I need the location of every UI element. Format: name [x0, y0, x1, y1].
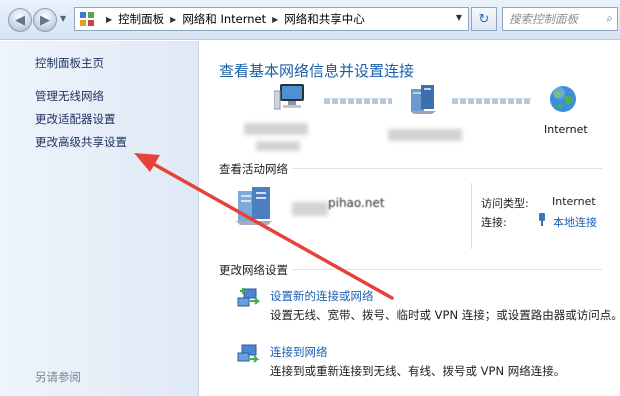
change-settings-heading: 更改网络设置	[219, 263, 288, 277]
blurred-network-name	[388, 129, 462, 141]
connection-line	[324, 98, 392, 104]
search-icon[interactable]: ⌕	[606, 11, 613, 26]
page-title: 查看基本网络信息并设置连接	[219, 62, 415, 80]
refresh-button[interactable]: ↻	[471, 7, 497, 31]
network-icon[interactable]	[408, 83, 438, 115]
arrow-right-icon: ▶	[40, 12, 50, 28]
address-dropdown-icon[interactable]: ▼	[456, 13, 462, 22]
connect-to-network-icon	[237, 344, 260, 363]
refresh-icon: ↻	[478, 11, 490, 27]
connection-label: 连接:	[481, 216, 507, 229]
sidebar-item-manage-wireless[interactable]: 管理无线网络	[35, 88, 104, 104]
breadcrumb-control-panel[interactable]: 控制面板	[118, 11, 164, 27]
new-connection-icon	[237, 288, 260, 307]
internet-label: Internet	[544, 123, 588, 136]
sidebar-home-link[interactable]: 控制面板主页	[35, 55, 104, 71]
globe-icon[interactable]	[548, 84, 578, 114]
network-icon	[236, 187, 272, 225]
connection-line	[452, 98, 532, 104]
setup-new-connection-link[interactable]: 设置新的连接或网络	[270, 288, 374, 304]
blurred-network-name	[292, 202, 328, 216]
local-connection-link[interactable]: 本地连接	[553, 214, 597, 230]
chevron-right-icon[interactable]: ▶	[170, 15, 176, 24]
recent-pages-dropdown[interactable]: ▼	[60, 14, 70, 26]
breadcrumb: ▶ 控制面板 ▶ 网络和 Internet ▶ 网络和共享中心	[100, 11, 365, 27]
setup-new-connection-desc: 设置无线、宽带、拨号、临时或 VPN 连接；或设置路由器或访问点。	[270, 308, 620, 322]
blurred-computer-name	[244, 123, 308, 135]
address-bar[interactable]: ▶ 控制面板 ▶ 网络和 Internet ▶ 网络和共享中心 ▼	[74, 7, 469, 31]
search-box: ⌕	[502, 7, 618, 31]
sidebar: 控制面板主页 管理无线网络 更改适配器设置 更改高级共享设置 另请参阅	[0, 41, 199, 396]
chevron-right-icon[interactable]: ▶	[272, 15, 278, 24]
sidebar-item-adapter-settings[interactable]: 更改适配器设置	[35, 111, 116, 127]
divider	[292, 269, 602, 270]
access-type-label: 访问类型:	[481, 197, 529, 210]
blurred-computer-note	[256, 141, 300, 151]
active-network-name: pihao.net	[328, 196, 385, 210]
control-panel-icon	[80, 12, 94, 26]
main-panel: 查看基本网络信息并设置连接 Internet 查看活动网络 pihao.net …	[200, 41, 620, 396]
active-networks-heading: 查看活动网络	[219, 162, 288, 176]
back-button[interactable]: ◀	[8, 8, 32, 32]
ethernet-icon	[539, 213, 545, 226]
chevron-right-icon[interactable]: ▶	[106, 15, 112, 24]
arrow-left-icon: ◀	[15, 12, 25, 28]
breadcrumb-network-internet[interactable]: 网络和 Internet	[182, 11, 266, 27]
divider	[471, 183, 472, 249]
address-toolbar: ◀ ▶ ▼ ▶ 控制面板 ▶ 网络和 Internet ▶ 网络和共享中心 ▼ …	[0, 0, 620, 40]
forward-button[interactable]: ▶	[33, 8, 57, 32]
computer-icon[interactable]	[274, 81, 308, 115]
see-also-heading: 另请参阅	[35, 370, 81, 384]
connect-to-network-link[interactable]: 连接到网络	[270, 344, 328, 360]
network-map	[200, 83, 620, 153]
divider	[292, 168, 602, 169]
breadcrumb-network-sharing-center[interactable]: 网络和共享中心	[284, 11, 365, 27]
sidebar-item-advanced-sharing[interactable]: 更改高级共享设置	[35, 134, 127, 150]
search-input[interactable]	[509, 12, 607, 26]
connect-to-network-desc: 连接到或重新连接到无线、有线、拨号或 VPN 网络连接。	[270, 364, 566, 378]
access-type-value: Internet	[552, 195, 596, 208]
